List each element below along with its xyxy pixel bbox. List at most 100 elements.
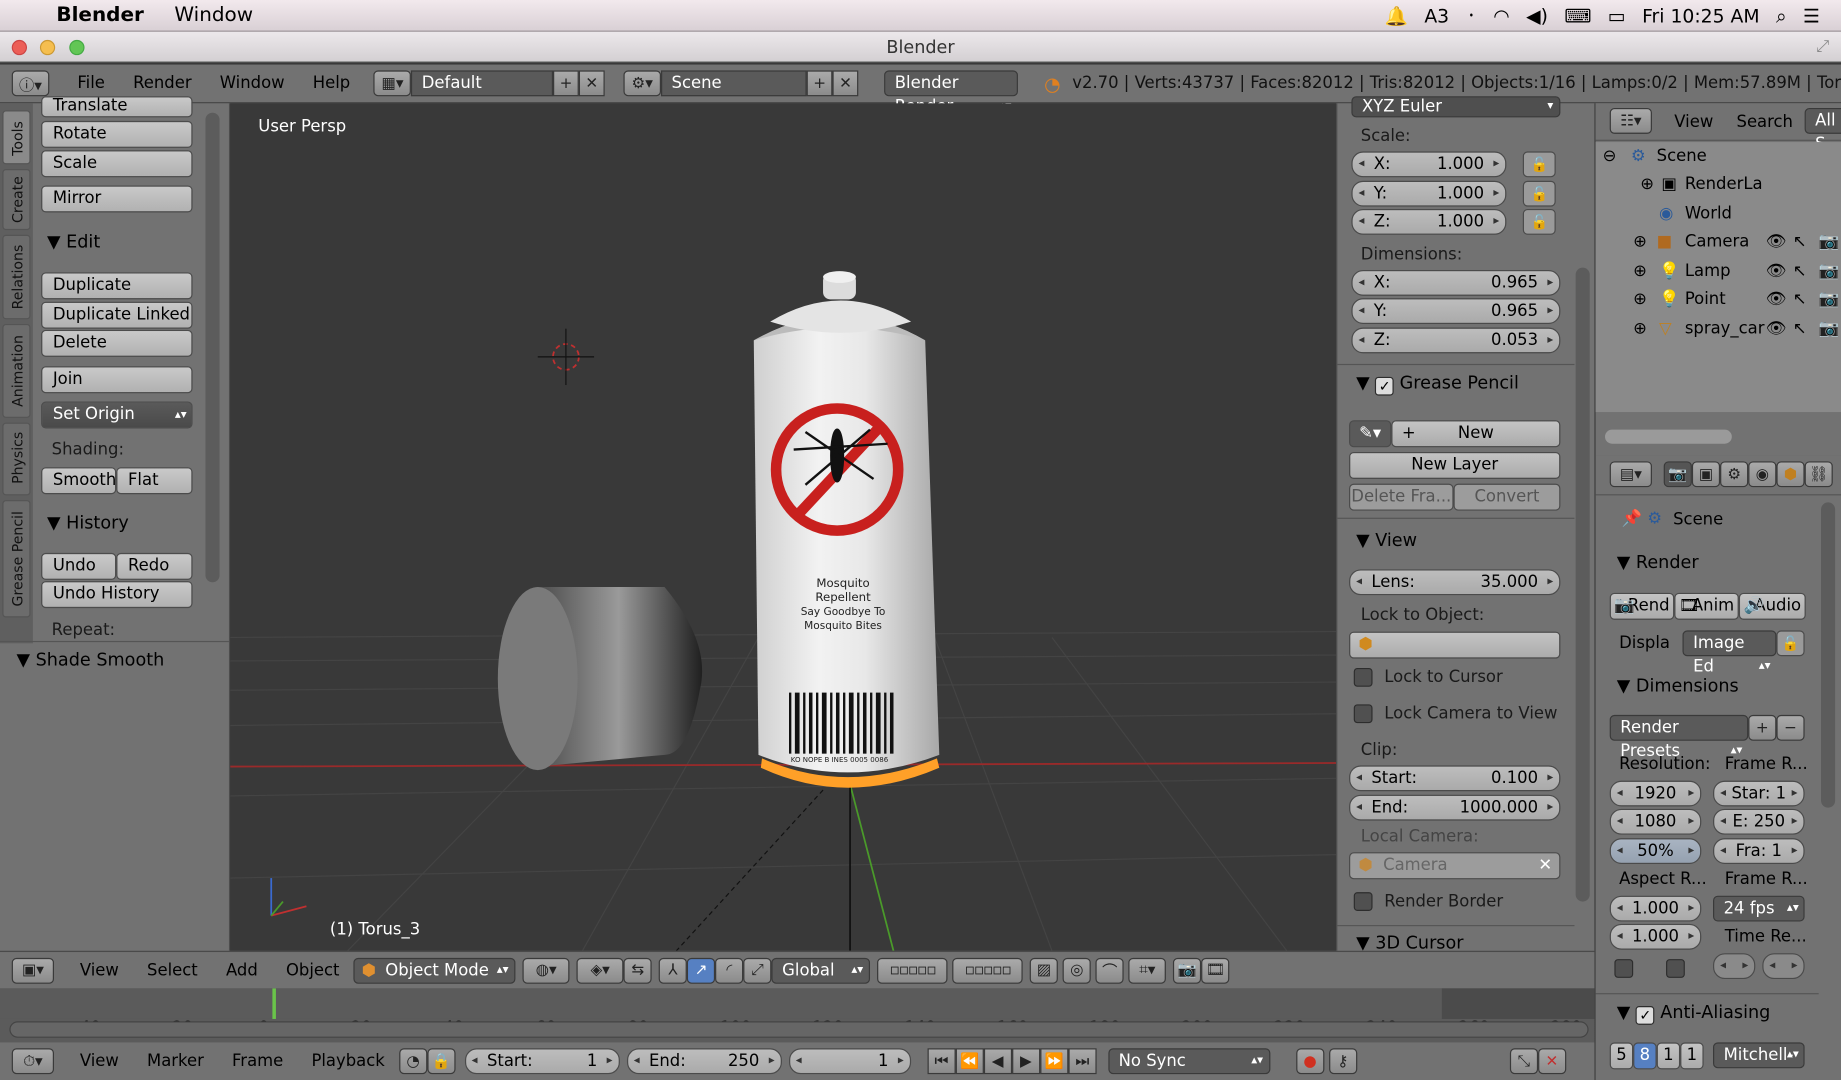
layout-field[interactable]: Default (411, 70, 554, 97)
play-icon[interactable]: ▶ (1011, 1048, 1040, 1075)
delete-frame-button[interactable]: Delete Fra... (1349, 483, 1454, 511)
vp-menu-add[interactable]: Add (212, 961, 272, 980)
3d-view-editor-type-icon[interactable]: ▣▾ (11, 957, 55, 984)
outliner-editor-type-icon[interactable]: ☷▾ (1609, 108, 1652, 134)
vp-menu-select[interactable]: Select (133, 961, 212, 980)
join-button[interactable]: Join (41, 366, 193, 394)
mirror-button[interactable]: Mirror (41, 185, 193, 213)
render-border-checkbox[interactable] (1353, 892, 1373, 911)
fullscreen-icon[interactable]: ⤢ (1816, 32, 1829, 63)
anti-aliasing-panel-header[interactable]: ▼ ✓ Anti-Aliasing (1617, 1001, 1770, 1025)
outliner-menu-search[interactable]: Search (1737, 113, 1793, 132)
add-preset-icon[interactable]: + (1748, 714, 1777, 741)
duplicate-linked-button[interactable]: Duplicate Linked (41, 301, 193, 329)
frame-step-field[interactable]: Fra: 1 (1713, 838, 1805, 864)
delete-button[interactable]: Delete (41, 329, 193, 357)
tl-menu-playback[interactable]: Playback (297, 1052, 399, 1071)
jump-keyframe-back-icon[interactable]: ⏪ (955, 1048, 984, 1075)
menu-window[interactable]: Window (206, 74, 299, 93)
render-panel-header[interactable]: ▼ Render (1617, 552, 1699, 573)
proportional-edit-icon[interactable]: ◎ (1062, 957, 1091, 984)
set-origin-select[interactable]: Set Origin ▴▾ (41, 401, 193, 429)
lock-layers-icon[interactable]: ▨ (1029, 957, 1059, 984)
list-icon[interactable]: ☰ (1803, 5, 1820, 27)
frame-rate-select[interactable]: 24 fps ▴▾ (1713, 895, 1805, 922)
render-audio-button[interactable]: 🔊 Audio (1738, 592, 1806, 620)
properties-scrollbar[interactable] (1575, 267, 1590, 902)
lock-scale-y-icon[interactable]: 🔓 (1522, 180, 1556, 207)
scale-z-field[interactable]: Z:1.000 (1351, 208, 1507, 235)
sync-mode-select[interactable]: No Sync ▴▾ (1108, 1048, 1271, 1075)
tl-menu-marker[interactable]: Marker (133, 1052, 218, 1071)
scene-field[interactable]: Scene (660, 70, 807, 97)
jump-keyframe-forward-icon[interactable]: ⏩ (1039, 1048, 1069, 1075)
render-layers-tab-icon[interactable]: ▣ (1691, 461, 1721, 488)
vp-menu-view[interactable]: View (66, 961, 133, 980)
minimize-window-button[interactable] (39, 39, 56, 56)
scale-button[interactable]: Scale (41, 150, 193, 178)
scene-tab-icon[interactable]: ⚙ (1720, 461, 1749, 488)
duplicate-button[interactable]: Duplicate (41, 272, 193, 300)
timeline-end-field[interactable]: End:250 (626, 1048, 782, 1075)
opengl-render-icon[interactable]: 📷 (1173, 957, 1202, 984)
3d-viewport[interactable]: Mosquito Repellent Say Goodbye To Mosquit… (230, 103, 1337, 951)
lens-field[interactable]: Lens:35.000 (1349, 569, 1561, 596)
history-panel-header[interactable]: ▼ History (47, 512, 129, 533)
opengl-anim-icon[interactable]: 🎞 (1201, 957, 1230, 984)
notification-icon[interactable]: 🔔 (1384, 5, 1407, 27)
remove-preset-icon[interactable]: − (1776, 714, 1805, 741)
layers-grid-icon[interactable]: ▫▫▫▫▫ (877, 957, 948, 984)
current-frame-field[interactable]: 1 (788, 1048, 911, 1075)
outliner-item-point[interactable]: ⊕ 💡 Point 👁 ↖ 📷 (1596, 285, 1841, 313)
dimensions-y-field[interactable]: Y:0.965 (1351, 298, 1561, 324)
time-old-field[interactable] (1713, 953, 1756, 980)
lock-interface-icon[interactable]: 🔓 (1776, 630, 1805, 657)
clip-start-field[interactable]: Start:0.100 (1349, 765, 1561, 792)
object-tab-icon[interactable]: ⬢ (1776, 461, 1805, 488)
new-layer-button[interactable]: New Layer (1349, 451, 1561, 479)
edit-panel-header[interactable]: ▼ Edit (47, 231, 100, 252)
shade-smooth-operator-header[interactable]: ▼ Shade Smooth (16, 649, 164, 670)
record-icon[interactable]: ● (1295, 1048, 1325, 1075)
close-window-button[interactable] (11, 39, 28, 56)
rotate-button[interactable]: Rotate (41, 120, 193, 148)
dimensions-z-field[interactable]: Z:0.053 (1351, 327, 1561, 354)
add-layout-icon[interactable]: + (553, 70, 579, 97)
aa-samples-5-button[interactable]: 5 (1609, 1042, 1634, 1070)
tab-animation[interactable]: Animation (2, 324, 31, 418)
translate-arrow-icon[interactable]: ↗ (687, 957, 716, 984)
view-panel-header[interactable]: ▼ View (1356, 529, 1417, 550)
resolution-percentage-slider[interactable]: 50% (1609, 838, 1702, 864)
lock-camera-checkbox[interactable] (1353, 704, 1373, 724)
render-animation-button[interactable]: 🎞 Anim (1674, 592, 1739, 620)
app-menu[interactable]: Blender (56, 4, 143, 27)
toolshelf-scrollbar[interactable] (205, 112, 220, 583)
viewport-shading-icon[interactable]: ◍▾ (522, 957, 570, 984)
keyboard-icon[interactable]: ⌨ (1564, 5, 1591, 27)
transform-orientation-select[interactable]: Global ▴▾ (771, 957, 871, 984)
lock-time-icon[interactable]: 🔒 (427, 1048, 456, 1075)
battery-icon[interactable]: ▭ (1608, 5, 1626, 27)
lock-scale-x-icon[interactable]: 🔓 (1522, 151, 1556, 178)
grease-pencil-draw-icon[interactable]: ✎▾ (1349, 420, 1392, 448)
outliner-item-lamp[interactable]: ⊕ 💡 Lamp 👁 ↖ 📷 (1596, 257, 1841, 285)
lock-scale-z-icon[interactable]: 🔓 (1522, 208, 1556, 235)
manipulator-icon[interactable]: ⇆ (623, 957, 652, 984)
remove-layout-icon[interactable]: ✕ (578, 70, 605, 97)
adobe-icon[interactable]: A3 (1424, 5, 1449, 27)
scale-x-field[interactable]: X:1.000 (1351, 151, 1507, 178)
clip-end-field[interactable]: End:1000.000 (1349, 794, 1561, 821)
delete-keyframe-icon[interactable]: ✕ (1537, 1048, 1566, 1075)
aspect-x-field[interactable]: 1.000 (1609, 895, 1702, 922)
translate-button[interactable]: Translate (41, 96, 193, 118)
aa-samples-11-button[interactable]: 1 (1656, 1042, 1681, 1070)
aa-samples-16-button[interactable]: 1 (1680, 1042, 1704, 1070)
resolution-x-field[interactable]: 1920 (1609, 780, 1702, 807)
properties-editor-type-icon[interactable]: ▤▾ (1609, 461, 1652, 488)
rotate-manipulator-icon[interactable]: ◜ (715, 957, 744, 984)
tl-menu-frame[interactable]: Frame (218, 1052, 297, 1071)
redo-button[interactable]: Redo (116, 552, 193, 580)
outliner-menu-view[interactable]: View (1674, 113, 1713, 132)
editor-type-info-icon[interactable]: ⓘ▾ (11, 70, 50, 97)
lock-to-object-field[interactable]: ⬢ (1349, 631, 1561, 659)
